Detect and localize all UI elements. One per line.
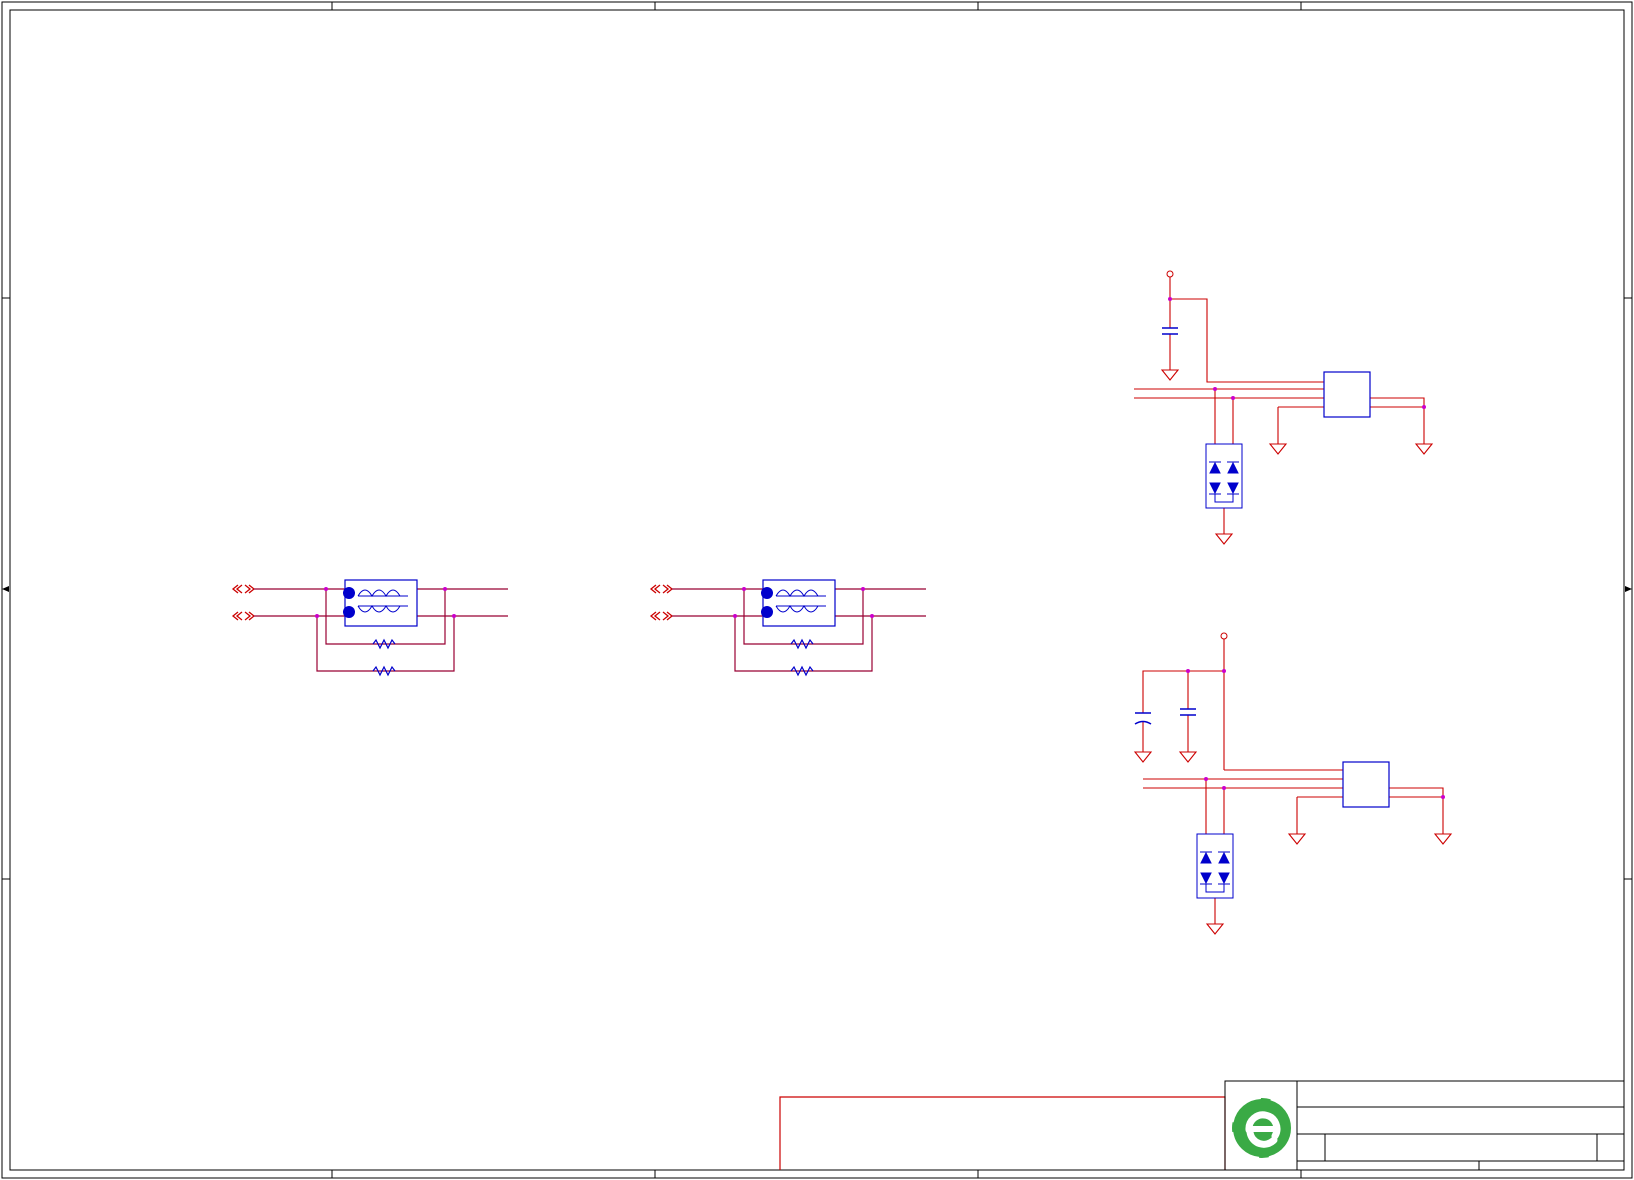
bus-wires	[254, 588, 508, 672]
offsheet-connector-icon	[649, 584, 674, 621]
revision-box	[779, 1096, 1226, 1170]
junctions	[733, 587, 874, 618]
offsheet-connector-icon	[231, 584, 256, 621]
wires	[1142, 639, 1444, 924]
schematic-sheet	[0, 0, 1634, 1180]
ground-symbol-icon	[1160, 369, 1434, 545]
resistor-symbol-icon	[790, 638, 814, 677]
capacitor-symbol-icon	[1134, 708, 1196, 725]
common-mode-choke-icon	[343, 579, 418, 627]
wires	[1134, 277, 1425, 534]
power-pin-icon	[1166, 270, 1174, 278]
transceiver-circuit-lower	[1133, 632, 1453, 935]
common-mode-choke-icon	[761, 579, 836, 627]
tvs-diode-array-icon	[1196, 833, 1234, 899]
choke-circuit-1	[231, 579, 508, 677]
transceiver-circuit-upper	[1134, 270, 1434, 545]
power-pin-icon	[1220, 632, 1228, 640]
center-marker-left	[2, 586, 9, 592]
drawing-frame	[1, 1, 1633, 1179]
center-marker-right	[1625, 586, 1632, 592]
ic-package	[1323, 371, 1371, 418]
schematic-canvas	[1, 1, 1633, 1179]
ic-package	[1342, 761, 1390, 808]
tvs-diode-array-icon	[1205, 443, 1243, 509]
junctions	[315, 587, 456, 618]
bus-wires	[672, 588, 926, 672]
choke-circuit-2	[649, 579, 926, 677]
resistor-symbol-icon	[372, 638, 396, 677]
company-logo-icon	[1231, 1097, 1293, 1159]
capacitor-symbol-icon	[1162, 327, 1178, 335]
